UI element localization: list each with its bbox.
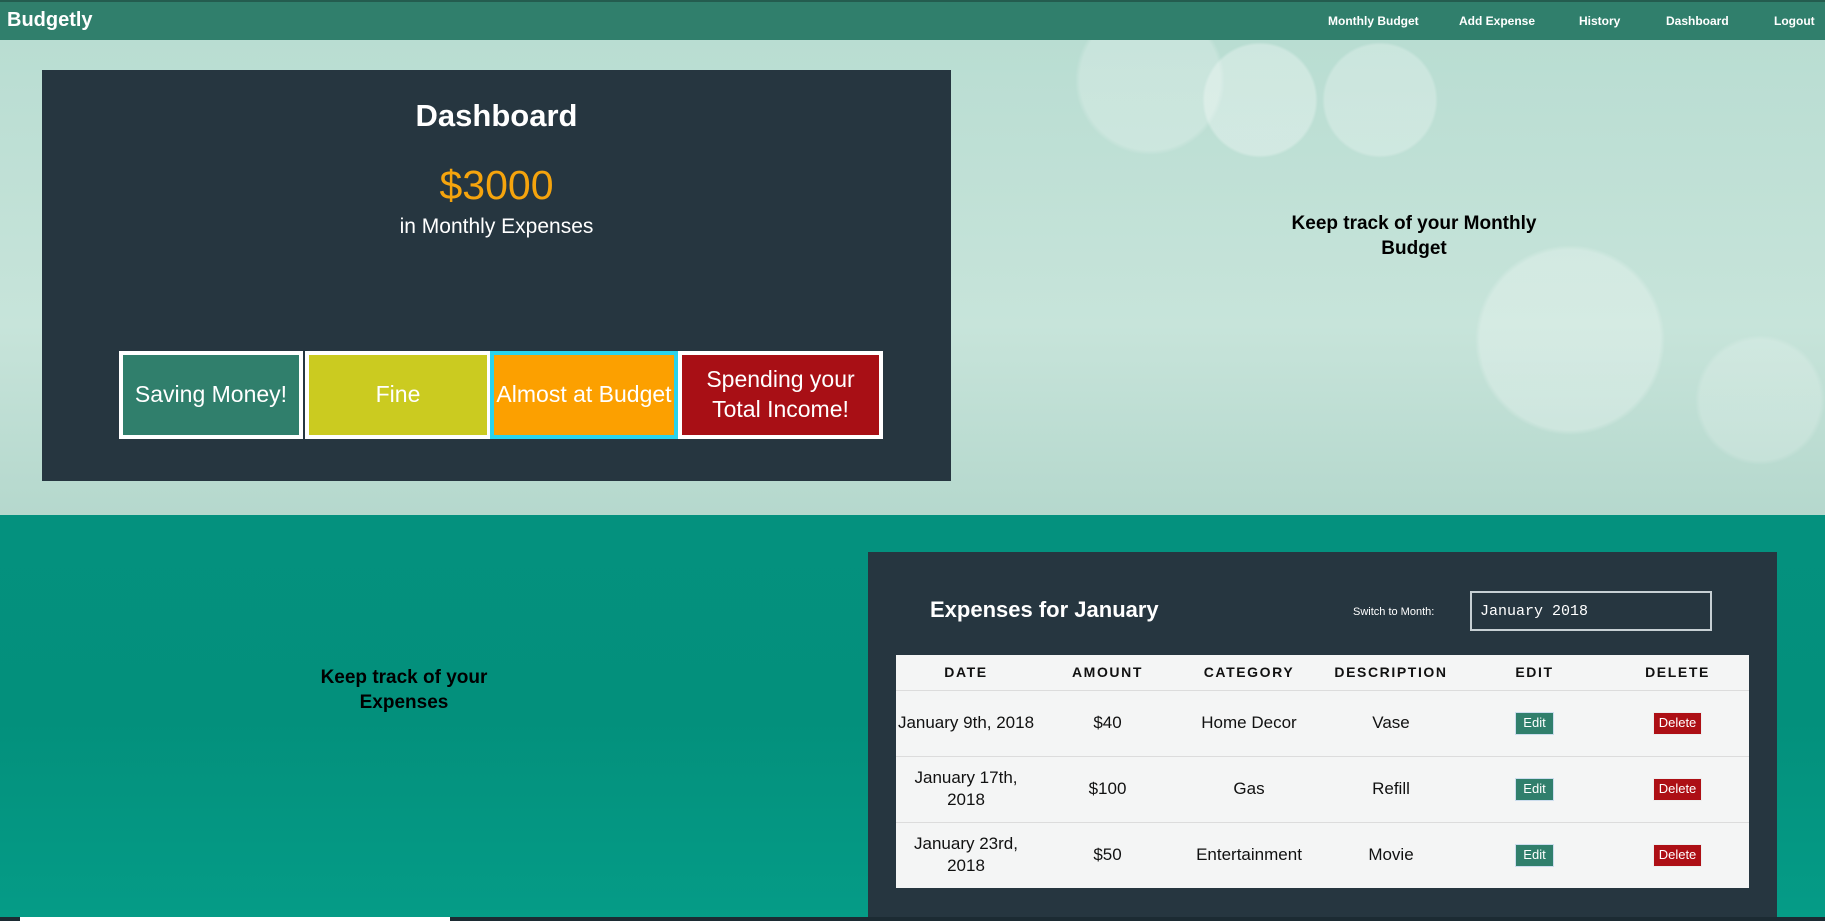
navbar: Budgetly Monthly Budget Add Expense Hist… (0, 0, 1825, 40)
monthly-expenses-amount: $3000 (439, 162, 554, 208)
expense-amount: $100 (1036, 755, 1179, 822)
month-input[interactable] (1470, 591, 1712, 631)
edit-cell: Edit (1463, 689, 1606, 756)
nav-dashboard[interactable]: Dashboard (1666, 14, 1729, 28)
dashboard-title: Dashboard (415, 98, 578, 133)
expenses-title: Expenses for January (930, 597, 1159, 622)
delete-cell: Delete (1606, 755, 1749, 822)
delete-cell: Delete (1606, 689, 1749, 756)
edit-button[interactable]: Edit (1515, 712, 1554, 735)
brand-logo[interactable]: Budgetly (7, 9, 93, 32)
status-spending-total-income-button[interactable]: Spending your Total Income! (678, 351, 883, 439)
expenses-tagline: Keep track of your Expenses (320, 667, 488, 713)
status-fine-button[interactable]: Fine (305, 351, 491, 439)
column-header-category: CATEGORY (1203, 664, 1295, 681)
expense-category: Home Decor (1179, 689, 1319, 756)
expense-category: Gas (1179, 755, 1319, 822)
expense-amount: $50 (1036, 821, 1179, 888)
delete-cell: Delete (1606, 821, 1749, 888)
delete-button[interactable]: Delete (1652, 844, 1703, 868)
column-header-date: DATE (944, 664, 988, 681)
budget-tagline: Keep track of your Monthly Budget (1291, 213, 1537, 259)
expense-date: January 9th, 2018 (896, 689, 1036, 756)
table-row: January 17th, 2018 $100 Gas Refill Edit … (896, 755, 1749, 822)
delete-button[interactable]: Delete (1652, 712, 1703, 735)
dashboard-panel: Dashboard $3000 in Monthly Expenses Savi… (42, 70, 951, 481)
table-row: January 9th, 2018 $40 Home Decor Vase Ed… (896, 689, 1749, 756)
nav-monthly-budget[interactable]: Monthly Budget (1328, 14, 1419, 28)
status-saving-money-button[interactable]: Saving Money! (119, 351, 303, 439)
edit-cell: Edit (1463, 755, 1606, 822)
nav-add-expense[interactable]: Add Expense (1459, 14, 1535, 28)
column-header-delete: DELETE (1645, 664, 1710, 681)
monthly-expenses-caption: in Monthly Expenses (399, 215, 594, 238)
expense-category: Entertainment (1179, 821, 1319, 888)
edit-cell: Edit (1463, 821, 1606, 888)
expense-description: Vase (1319, 689, 1463, 756)
switch-month-label: Switch to Month: (1353, 606, 1435, 618)
expense-description: Refill (1319, 755, 1463, 822)
expenses-table: DATE AMOUNT CATEGORY DESCRIPTION EDIT DE… (896, 655, 1749, 888)
edit-button[interactable]: Edit (1515, 778, 1554, 801)
edit-button[interactable]: Edit (1515, 844, 1554, 868)
nav-logout[interactable]: Logout (1774, 14, 1815, 28)
column-header-description: DESCRIPTION (1334, 664, 1448, 681)
bottom-edge-highlight (20, 917, 450, 921)
nav-history[interactable]: History (1579, 14, 1620, 28)
table-header-row: DATE AMOUNT CATEGORY DESCRIPTION EDIT DE… (896, 655, 1749, 690)
expense-date: January 17th, 2018 (896, 755, 1036, 822)
expense-date: January 23rd, 2018 (896, 821, 1036, 888)
column-header-edit: EDIT (1515, 664, 1554, 681)
delete-button[interactable]: Delete (1652, 778, 1703, 801)
expense-amount: $40 (1036, 689, 1179, 756)
status-almost-at-budget-button[interactable]: Almost at Budget (490, 351, 678, 439)
column-header-amount: AMOUNT (1071, 664, 1144, 681)
table-row: January 23rd, 2018 $50 Entertainment Mov… (896, 821, 1749, 888)
expense-description: Movie (1319, 821, 1463, 888)
expenses-panel: Expenses for January Switch to Month: DA… (868, 552, 1777, 921)
